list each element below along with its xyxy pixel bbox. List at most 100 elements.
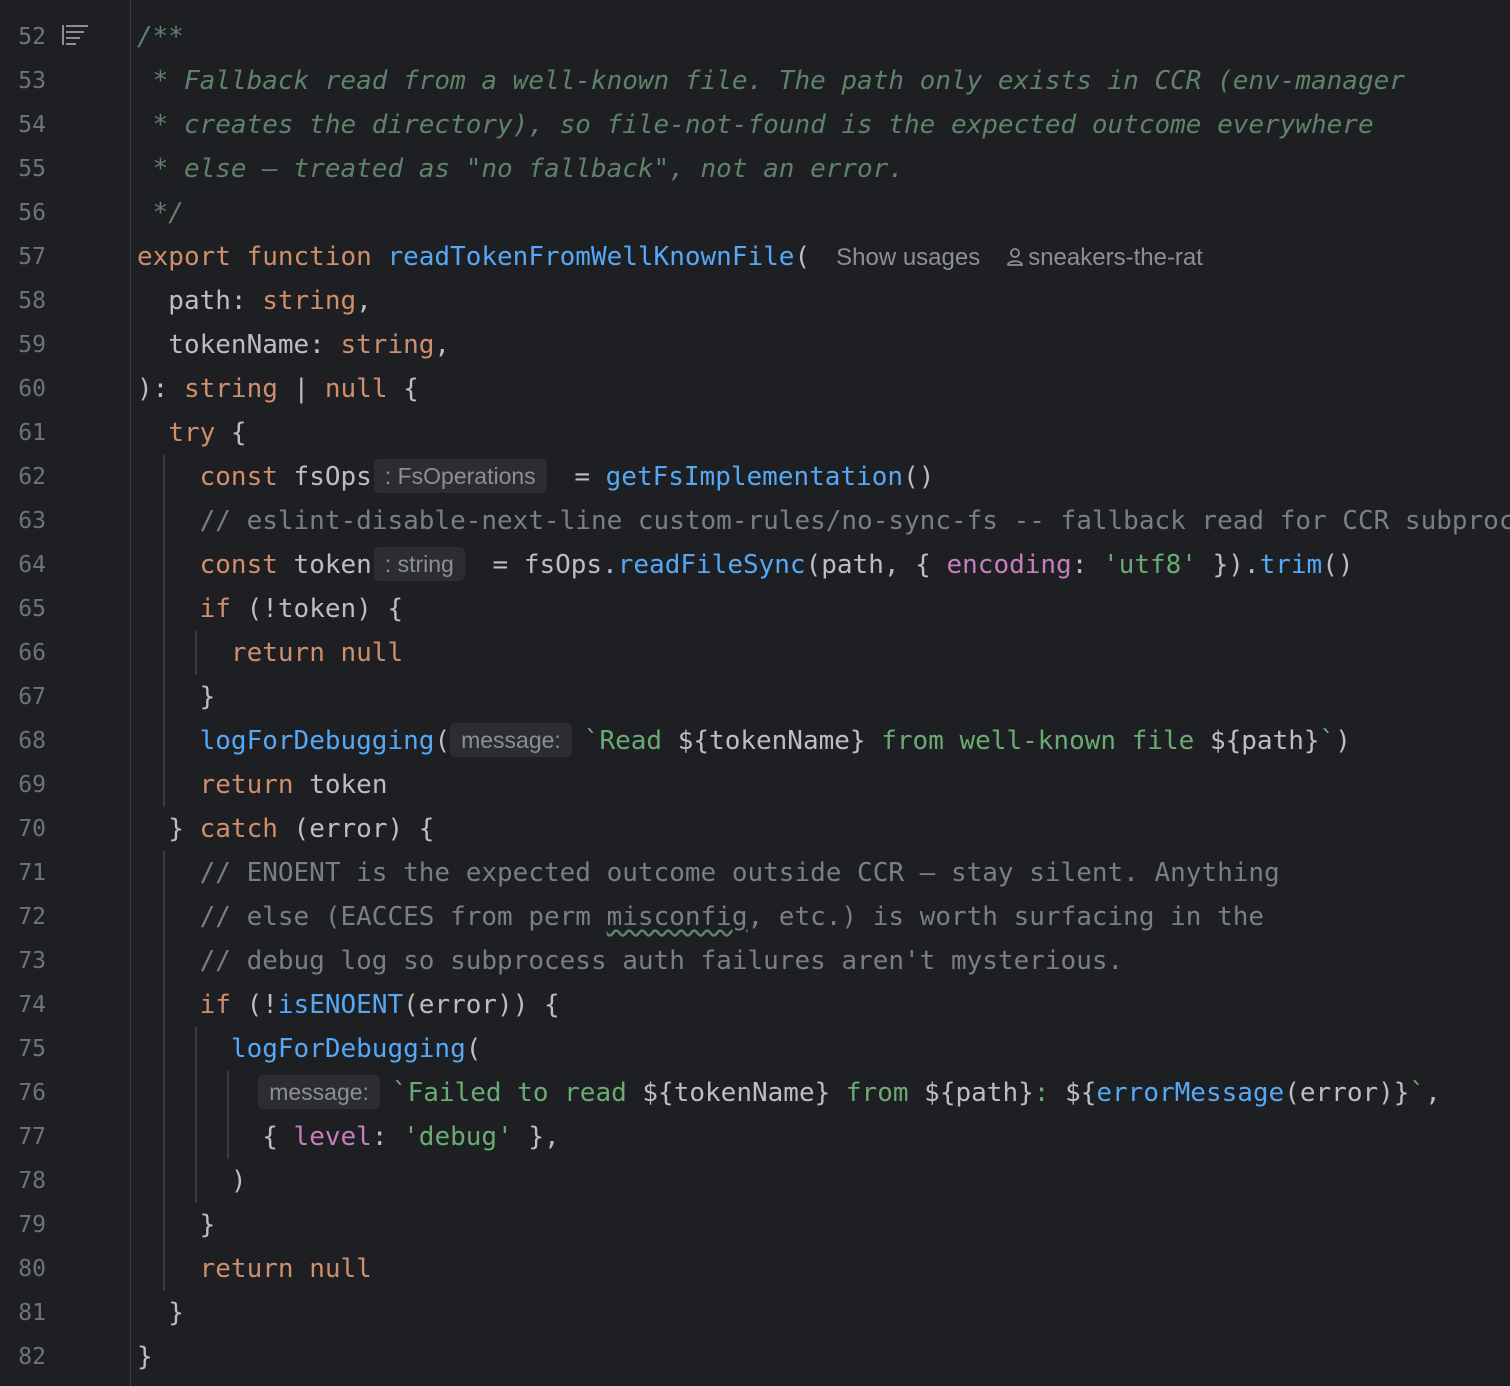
code-text: } bbox=[137, 1342, 153, 1372]
type-hint-string[interactable]: : string bbox=[373, 546, 465, 581]
code-line-68[interactable]: logForDebugging(message: `Read ${tokenNam… bbox=[137, 719, 1351, 763]
param-hint-message[interactable]: message: bbox=[450, 722, 572, 757]
typo-warning[interactable]: misconfig bbox=[607, 902, 748, 932]
line-number[interactable]: 55 bbox=[0, 147, 46, 191]
keyword-catch: catch bbox=[199, 814, 278, 844]
code-line-63[interactable]: // eslint-disable-next-line custom-rules… bbox=[137, 499, 1510, 543]
code-line-59[interactable]: tokenName: string, bbox=[137, 323, 450, 367]
prop-encoding: encoding bbox=[946, 550, 1072, 580]
line-number[interactable]: 78 bbox=[0, 1159, 46, 1203]
code-line-57[interactable]: export function readTokenFromWellKnownFi… bbox=[137, 235, 1203, 279]
keyword-if: if bbox=[199, 594, 231, 624]
code-line-64[interactable]: const token: string = fsOps.readFileSync… bbox=[137, 543, 1354, 587]
line-number[interactable]: 79 bbox=[0, 1203, 46, 1247]
code-line-69[interactable]: return token bbox=[137, 763, 388, 807]
call-logfordebugging[interactable]: logForDebugging bbox=[200, 726, 435, 756]
line-number[interactable]: 54 bbox=[0, 103, 46, 147]
line-number[interactable]: 77 bbox=[0, 1115, 46, 1159]
code-line-82[interactable]: } bbox=[137, 1335, 153, 1379]
call-errormessage[interactable]: errorMessage bbox=[1096, 1078, 1284, 1108]
code-line-55[interactable]: * else — treated as "no fallback", not a… bbox=[137, 147, 904, 191]
fold-comment-icon[interactable] bbox=[62, 25, 88, 47]
line-number[interactable]: 53 bbox=[0, 59, 46, 103]
template-string: ` bbox=[1409, 1078, 1426, 1108]
code-line-77[interactable]: { level: 'debug' }, bbox=[137, 1115, 559, 1159]
code-line-76[interactable]: message: `Failed to read ${tokenName} fro… bbox=[137, 1071, 1441, 1115]
line-number[interactable]: 72 bbox=[0, 895, 46, 939]
show-usages-link[interactable]: Show usages bbox=[836, 244, 980, 271]
author-lens[interactable]: sneakers-the-rat bbox=[1006, 244, 1203, 271]
code-line-52[interactable]: /** bbox=[137, 15, 184, 59]
line-number[interactable]: 68 bbox=[0, 719, 46, 763]
code-line-60[interactable]: ): string | null { bbox=[137, 367, 419, 411]
code-line-66[interactable]: return null bbox=[137, 631, 403, 675]
line-number[interactable]: 69 bbox=[0, 763, 46, 807]
prop-level: level bbox=[293, 1122, 372, 1152]
code-text: } bbox=[137, 682, 216, 712]
line-number[interactable]: 64 bbox=[0, 543, 46, 587]
call-isenoent[interactable]: isENOENT bbox=[278, 990, 403, 1020]
code-line-79[interactable]: } bbox=[137, 1203, 216, 1247]
call-getfsimplementation[interactable]: getFsImplementation bbox=[606, 462, 903, 492]
code-text: }). bbox=[1196, 550, 1260, 580]
line-number[interactable]: 66 bbox=[0, 631, 46, 675]
code-line-74[interactable]: if (!isENOENT(error)) { bbox=[137, 983, 560, 1027]
doc-comment: * else — treated as "no fallback", not a… bbox=[137, 154, 905, 184]
code-line-56[interactable]: */ bbox=[137, 191, 184, 235]
line-number[interactable]: 65 bbox=[0, 587, 46, 631]
line-number[interactable]: 82 bbox=[0, 1335, 46, 1379]
doc-comment: */ bbox=[137, 198, 184, 228]
code-line-71[interactable]: // ENOENT is the expected outcome outsid… bbox=[137, 851, 1280, 895]
code-line-65[interactable]: if (!token) { bbox=[137, 587, 404, 631]
line-number[interactable]: 62 bbox=[0, 455, 46, 499]
code-line-72[interactable]: // else (EACCES from perm misconfig, etc… bbox=[137, 895, 1264, 939]
template-expr: (error)} bbox=[1284, 1078, 1410, 1108]
function-name[interactable]: readTokenFromWellKnownFile bbox=[387, 242, 794, 272]
line-number[interactable]: 63 bbox=[0, 499, 46, 543]
line-number[interactable]: 57 bbox=[0, 235, 46, 279]
line-number[interactable]: 80 bbox=[0, 1247, 46, 1291]
code-line-67[interactable]: } bbox=[137, 675, 216, 719]
param-hint-message[interactable]: message: bbox=[258, 1074, 380, 1109]
call-logfordebugging[interactable]: logForDebugging bbox=[231, 1034, 466, 1064]
code-text: (!token) { bbox=[230, 594, 404, 624]
line-number[interactable]: 58 bbox=[0, 279, 46, 323]
template-string: `Read bbox=[583, 726, 678, 756]
code-text: } bbox=[137, 1298, 184, 1328]
line-number[interactable]: 60 bbox=[0, 367, 46, 411]
line-number[interactable]: 59 bbox=[0, 323, 46, 367]
code-editor[interactable]: 52 53 54 55 56 57 58 59 60 61 62 63 64 65 66 67 68 69 70 71… bbox=[0, 0, 1510, 1386]
code-line-53[interactable]: * Fallback read from a well-known file. … bbox=[137, 59, 1405, 103]
call-readfilesync[interactable]: readFileSync bbox=[618, 550, 806, 580]
code-line-73[interactable]: // debug log so subprocess auth failures… bbox=[137, 939, 1124, 983]
type-hint-fsoperations[interactable]: : FsOperations bbox=[373, 458, 547, 493]
line-number[interactable]: 81 bbox=[0, 1291, 46, 1335]
code-line-61[interactable]: try { bbox=[137, 411, 246, 455]
line-number[interactable]: 61 bbox=[0, 411, 46, 455]
code-text: ) bbox=[1335, 726, 1351, 756]
string-utf8: 'utf8' bbox=[1103, 550, 1197, 580]
doc-comment: * Fallback read from a well-known file. … bbox=[137, 66, 1405, 96]
code-line-62[interactable]: const fsOps: FsOperations = getFsImpleme… bbox=[137, 455, 934, 499]
code-line-75[interactable]: logForDebugging( bbox=[137, 1027, 481, 1071]
line-number[interactable]: 56 bbox=[0, 191, 46, 235]
code-line-81[interactable]: } bbox=[137, 1291, 184, 1335]
line-number[interactable]: 74 bbox=[0, 983, 46, 1027]
line-number[interactable]: 75 bbox=[0, 1027, 46, 1071]
code-line-78[interactable]: ) bbox=[137, 1159, 247, 1203]
line-number[interactable]: 67 bbox=[0, 675, 46, 719]
line-number[interactable]: 70 bbox=[0, 807, 46, 851]
line-number[interactable]: 73 bbox=[0, 939, 46, 983]
line-number[interactable]: 52 bbox=[0, 15, 46, 59]
line-number[interactable]: 71 bbox=[0, 851, 46, 895]
code-line-54[interactable]: * creates the directory), so file-not-fo… bbox=[137, 103, 1374, 147]
call-trim[interactable]: trim bbox=[1260, 550, 1323, 580]
code-line-70[interactable]: } catch (error) { bbox=[137, 807, 434, 851]
line-number[interactable]: 76 bbox=[0, 1071, 46, 1115]
code-line-58[interactable]: path: string, bbox=[137, 279, 372, 323]
code-line-80[interactable]: return null bbox=[137, 1247, 372, 1291]
